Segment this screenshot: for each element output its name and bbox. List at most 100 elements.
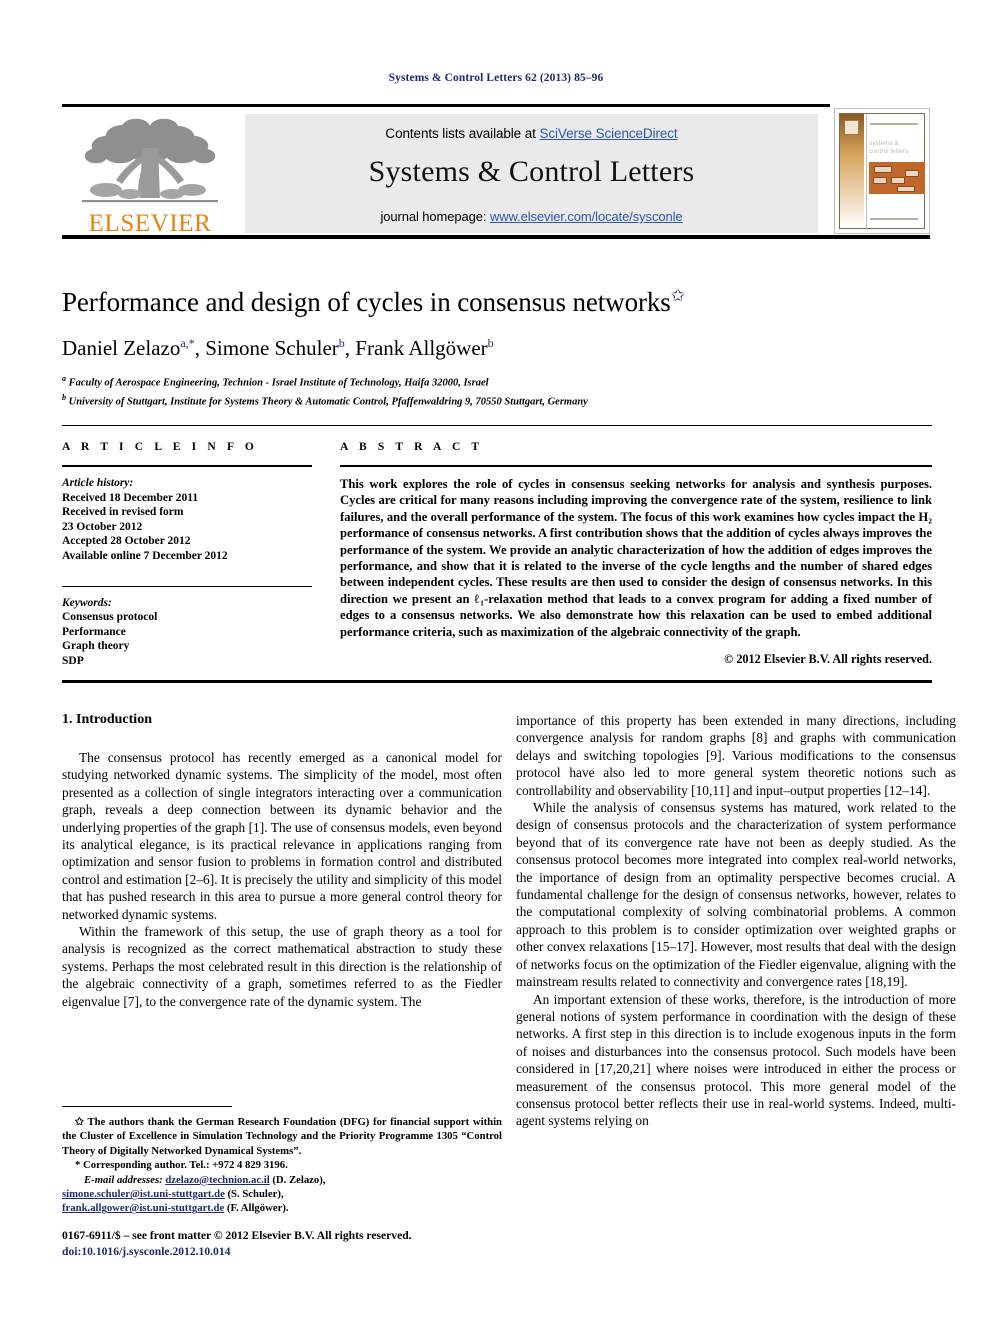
keyword-item: SDP	[62, 654, 84, 667]
journal-homepage-line: journal homepage: www.elsevier.com/locat…	[245, 209, 818, 224]
author-list: Daniel Zelazoa,*, Simone Schulerb, Frank…	[62, 336, 932, 361]
paragraph: The consensus protocol has recently emer…	[62, 750, 502, 922]
running-head: Systems & Control Letters 62 (2013) 85–9…	[388, 72, 604, 84]
history-item: Accepted 28 October 2012	[62, 535, 191, 548]
author-3-affil-marker: b	[487, 336, 494, 350]
paragraph: An important extension of these works, t…	[516, 991, 956, 1129]
cover-block-diagram	[869, 162, 925, 194]
paragraph: importance of this property has been ext…	[516, 713, 956, 798]
history-item: Received 18 December 2011	[62, 491, 199, 504]
keywords-rule	[62, 585, 312, 587]
journal-cover-thumbnail[interactable]: systems & control letters	[834, 108, 930, 234]
abstract-math-h2: H₂	[918, 509, 932, 524]
paragraph: Within the framework of this setup, the …	[62, 924, 502, 1009]
affiliation-list: a Faculty of Aerospace Engineering, Tech…	[62, 372, 932, 410]
abstract-rule	[340, 465, 932, 467]
footnote-email-first: E-mail addresses: dzelazo@technion.ac.il…	[62, 1173, 502, 1187]
contents-box: Contents lists available at SciVerse Sci…	[245, 114, 818, 233]
email-link[interactable]: simone.schuler@ist.uni-stuttgart.de	[62, 1188, 225, 1200]
abstract-copyright: © 2012 Elsevier B.V. All rights reserved…	[724, 652, 932, 667]
title-footnote-marker: ✩	[670, 286, 685, 305]
article-info-rule	[62, 465, 312, 467]
title-block: Performance and design of cycles in cons…	[62, 286, 932, 410]
cover-journal-title: systems & control letters	[869, 140, 925, 156]
email-link[interactable]: frank.allgower@ist.uni-stuttgart.de	[62, 1202, 224, 1214]
cover-inner: systems & control letters	[839, 113, 925, 230]
abstract-math-l1: ℓ₁	[474, 591, 485, 606]
email-owner: (S. Schuler),	[224, 1188, 284, 1201]
contents-prefix: Contents lists available at	[385, 126, 540, 141]
imprint-block: 0167-6911/$ – see front matter © 2012 El…	[62, 1228, 522, 1260]
affiliation-b: b University of Stuttgart, Institute for…	[62, 391, 932, 410]
author-3-name[interactable]: Frank Allgöwer	[355, 336, 487, 360]
info-section-bottom-rule	[62, 680, 932, 683]
paper-page: Systems & Control Letters 62 (2013) 85–9…	[0, 0, 992, 1323]
article-history: Article history: Received 18 December 20…	[62, 476, 312, 564]
acknowledgement-marker: ✩	[75, 1116, 84, 1128]
section-heading-introduction: 1. Introduction	[62, 712, 152, 727]
cover-top-rule	[870, 123, 918, 125]
author-sep-1: ,	[194, 336, 206, 360]
body-column-left: 1. Introduction The consensus protocol h…	[62, 712, 502, 1010]
cover-publisher-badge-icon	[844, 120, 859, 135]
abstract-text: This work explores the role of cycles in…	[340, 476, 932, 640]
history-item: Received in revised form	[62, 506, 184, 519]
abstract-heading: A B S T R A C T	[340, 441, 484, 453]
journal-homepage-link[interactable]: www.elsevier.com/locate/sysconle	[490, 209, 683, 224]
journal-title: Systems & Control Letters	[368, 155, 695, 188]
footnote-block: ✩ The authors thank the German Research …	[62, 1115, 502, 1216]
email-link[interactable]: dzelazo@technion.ac.il	[165, 1174, 269, 1186]
elsevier-wordmark: ELSEVIER	[88, 210, 212, 237]
elsevier-logo: ELSEVIER	[66, 114, 234, 237]
cover-title-line-2: control letters	[869, 148, 909, 155]
page-title: Performance and design of cycles in cons…	[62, 286, 932, 318]
imprint-front-matter: 0167-6911/$ – see front matter © 2012 El…	[62, 1229, 412, 1242]
homepage-prefix: journal homepage:	[380, 209, 490, 224]
cover-divider-line	[866, 114, 867, 230]
affiliation-a-marker: a	[62, 374, 66, 383]
author-sep-2: ,	[344, 336, 356, 360]
email-owner: (D. Zelazo),	[269, 1173, 326, 1186]
history-item: Available online 7 December 2012	[62, 549, 228, 562]
author-1-name[interactable]: Daniel Zelazo	[62, 336, 180, 360]
article-info-column: A R T I C L E I N F O Article history: R…	[62, 441, 312, 669]
keyword-item: Consensus protocol	[62, 611, 158, 624]
abstract-part-1: This work explores the role of cycles in…	[340, 477, 932, 524]
affiliation-b-text: University of Stuttgart, Institute for S…	[68, 396, 588, 408]
email-label: E-mail addresses:	[84, 1173, 163, 1186]
footnote-corresponding: * Corresponding author. Tel.: +972 4 829…	[62, 1158, 502, 1172]
header-top-rule	[62, 104, 830, 107]
author-1-affil-marker: a,	[180, 336, 189, 350]
affiliation-a-text: Faculty of Aerospace Engineering, Techni…	[68, 377, 489, 389]
footnote-acknowledgement: ✩ The authors thank the German Research …	[62, 1115, 502, 1158]
abstract-column: A B S T R A C T This work explores the r…	[340, 441, 932, 667]
corresponding-text: Corresponding author. Tel.: +972 4 829 3…	[83, 1159, 288, 1172]
imprint-doi[interactable]: doi:10.1016/j.sysconle.2012.10.014	[62, 1244, 522, 1260]
footnote-separator-rule	[62, 1106, 232, 1107]
article-info-heading: A R T I C L E I N F O	[62, 441, 258, 453]
footnote-email-second: simone.schuler@ist.uni-stuttgart.de (S. …	[62, 1187, 502, 1201]
contents-available-line: Contents lists available at SciVerse Sci…	[245, 114, 818, 141]
acknowledgement-text: The authors thank the German Research Fo…	[62, 1116, 502, 1157]
body-column-right: importance of this property has been ext…	[516, 712, 956, 1130]
footnote-email-third: frank.allgower@ist.uni-stuttgart.de (F. …	[62, 1201, 502, 1215]
article-history-label: Article history:	[62, 477, 134, 489]
elsevier-tree-icon	[82, 118, 218, 203]
cover-title-line-1: systems &	[869, 140, 899, 147]
keywords-block: Keywords: Consensus protocol Performance…	[62, 596, 312, 669]
header-bottom-rule	[62, 235, 930, 239]
affiliation-b-marker: b	[62, 393, 66, 402]
sciencedirect-link[interactable]: SciVerse ScienceDirect	[539, 126, 677, 141]
history-item: 23 October 2012	[62, 520, 143, 533]
cover-bottom-rule	[870, 218, 918, 220]
affiliation-a: a Faculty of Aerospace Engineering, Tech…	[62, 372, 932, 391]
paper-title-text: Performance and design of cycles in cons…	[62, 287, 671, 317]
keyword-item: Performance	[62, 625, 126, 638]
email-owner: (F. Allgöwer).	[224, 1202, 289, 1215]
author-2-name[interactable]: Simone Schuler	[205, 336, 339, 360]
keyword-item: Graph theory	[62, 640, 130, 653]
keywords-label: Keywords:	[62, 596, 112, 609]
corresponding-marker: *	[75, 1159, 81, 1172]
info-section-top-rule	[62, 425, 932, 426]
journal-header: ELSEVIER Contents lists available at Sci…	[62, 104, 930, 239]
